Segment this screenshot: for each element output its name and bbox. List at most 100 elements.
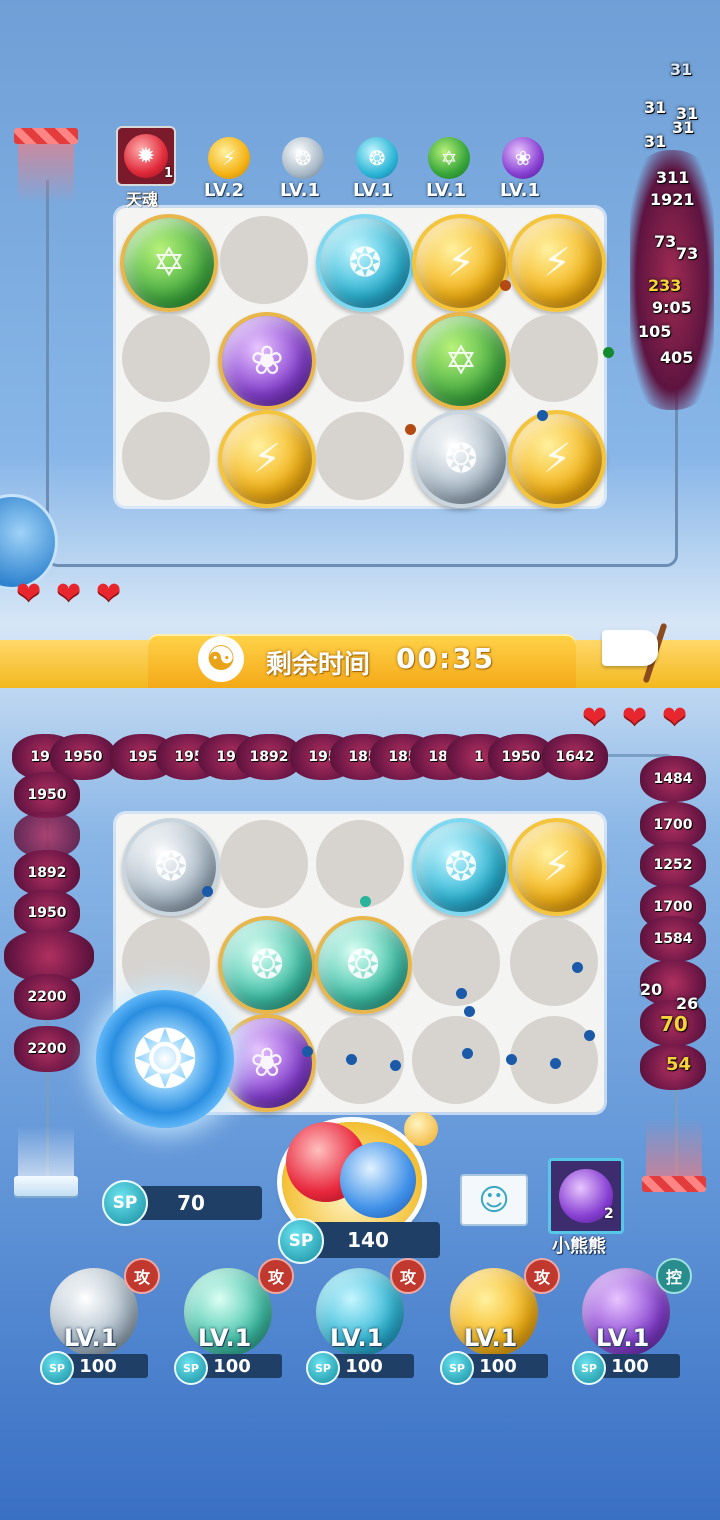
damage-number: 9:05	[652, 298, 692, 317]
yellow-orb: ⚡	[508, 214, 606, 312]
card-level: LV.1	[330, 1324, 384, 1352]
yellow-orb: ⚡	[218, 410, 316, 508]
rune-label: 天魂	[126, 190, 159, 209]
control-tag: 控	[656, 1258, 692, 1294]
damage-number: 54	[666, 1054, 692, 1075]
damage-number: 105	[638, 322, 672, 341]
player-gate-right-beam	[646, 1118, 702, 1176]
vortex-effect: ❂	[96, 990, 234, 1128]
card-sp-badge: SP	[40, 1351, 74, 1385]
card-level: LV.1	[596, 1324, 650, 1352]
upgrade-card-yellow[interactable]: 攻 LV.1 100 SP	[440, 1258, 560, 1388]
upgrade-card-grey[interactable]: 攻 LV.1 100 SP	[40, 1258, 160, 1388]
empty-slot	[122, 412, 210, 500]
attack-tag: 攻	[124, 1258, 160, 1294]
damage-number: 31	[644, 132, 667, 151]
bonus-orb-icon	[404, 1112, 438, 1146]
upgrade-card-teal[interactable]: 攻 LV.1 100 SP	[174, 1258, 294, 1388]
projectile	[302, 1046, 313, 1057]
card-sp-badge: SP	[306, 1351, 340, 1385]
opponent-level-2: LV.1	[280, 180, 320, 201]
projectile	[456, 988, 467, 999]
timer-value: 00:35	[396, 642, 496, 675]
yellow-orb: ⚡	[508, 410, 606, 508]
enemy: 1584	[640, 916, 706, 962]
upgrade-card-cyan[interactable]: 攻 LV.1 100 SP	[306, 1258, 426, 1388]
opponent-level-purple-icon: ❀	[502, 137, 544, 179]
empty-slot	[122, 314, 210, 402]
emoji-button[interactable]: ☺	[460, 1174, 528, 1226]
projectile	[360, 896, 371, 907]
empty-slot	[510, 314, 598, 402]
green-orb: ✡	[120, 214, 218, 312]
card-level: LV.1	[64, 1324, 118, 1352]
empty-slot[interactable]	[412, 1016, 500, 1104]
projectile	[405, 424, 416, 435]
teal-orb[interactable]: ❂	[218, 916, 316, 1014]
opponent-level-3: LV.1	[353, 180, 393, 201]
attack-tag: 攻	[390, 1258, 426, 1294]
teal-orb[interactable]: ❂	[314, 916, 412, 1014]
heart-icon: ❤	[96, 576, 122, 611]
empty-slot	[316, 412, 404, 500]
projectile	[537, 410, 548, 421]
rune-count: 1	[164, 166, 174, 181]
yellow-orb: ⚡	[412, 214, 510, 312]
damage-number: 31	[672, 118, 695, 137]
projectile	[500, 280, 511, 291]
player-gate-left	[14, 1176, 78, 1196]
empty-slot[interactable]	[316, 820, 404, 908]
player-gate-right	[642, 1176, 706, 1192]
blue-summon-orb	[340, 1142, 416, 1218]
damage-number: 31	[670, 60, 693, 79]
projectile	[202, 886, 213, 897]
yin-yang-icon: ☯	[198, 636, 244, 682]
damage-number: 26	[676, 994, 699, 1013]
attack-tag: 攻	[524, 1258, 560, 1294]
upgrade-card-purple[interactable]: 控 LV.1 100 SP	[572, 1258, 692, 1388]
card-sp-badge: SP	[572, 1351, 606, 1385]
damage-number: 70	[660, 1012, 688, 1036]
cyan-orb[interactable]: ❂	[412, 818, 510, 916]
partner-avatar[interactable]	[548, 1158, 624, 1234]
enemy: 1484	[640, 756, 706, 802]
surrender-flag-icon[interactable]	[598, 622, 676, 684]
card-level: LV.1	[198, 1324, 252, 1352]
damage-number: 233	[648, 276, 682, 295]
opponent-level-5: LV.1	[500, 180, 540, 201]
partner-name: 小熊熊	[552, 1236, 606, 1257]
projectile	[550, 1058, 561, 1069]
empty-slot[interactable]	[316, 1016, 404, 1104]
grey-orb[interactable]: ❂	[122, 818, 220, 916]
empty-slot	[316, 314, 404, 402]
opponent-level-yellow-icon: ⚡	[208, 137, 250, 179]
projectile	[464, 1006, 475, 1017]
empty-slot[interactable]	[220, 820, 308, 908]
enemy: 2200	[14, 1026, 80, 1072]
enemy: 1252	[640, 842, 706, 888]
partner-count: 2	[604, 1206, 614, 1222]
heart-icon: ❤	[16, 576, 42, 611]
timer-label: 剩余时间	[266, 650, 371, 680]
damage-number: 405	[660, 348, 694, 367]
smile-icon: ☺	[478, 1182, 510, 1218]
projectile	[584, 1030, 595, 1041]
yellow-orb[interactable]: ⚡	[508, 818, 606, 916]
heart-icon: ❤	[56, 576, 82, 611]
green-orb: ✡	[412, 312, 510, 410]
heart-icon: ❤	[622, 700, 648, 735]
projectile	[462, 1048, 473, 1059]
opponent-level-4: LV.1	[426, 180, 466, 201]
projectile	[572, 962, 583, 973]
opponent-level-cyan-icon: ❂	[356, 137, 398, 179]
purple-orb: ❀	[218, 312, 316, 410]
projectile	[506, 1054, 517, 1065]
cyan-orb: ❂	[316, 214, 414, 312]
empty-slot	[220, 216, 308, 304]
enemy: 2200	[14, 974, 80, 1020]
damage-number: 20	[640, 980, 663, 999]
enemy: 1642	[542, 734, 608, 780]
empty-slot[interactable]	[510, 918, 598, 1006]
opponent-board: ✡ ❂ ⚡ ⚡ ❀ ✡ ⚡ ❂ ⚡	[116, 208, 606, 508]
card-level: LV.1	[464, 1324, 518, 1352]
